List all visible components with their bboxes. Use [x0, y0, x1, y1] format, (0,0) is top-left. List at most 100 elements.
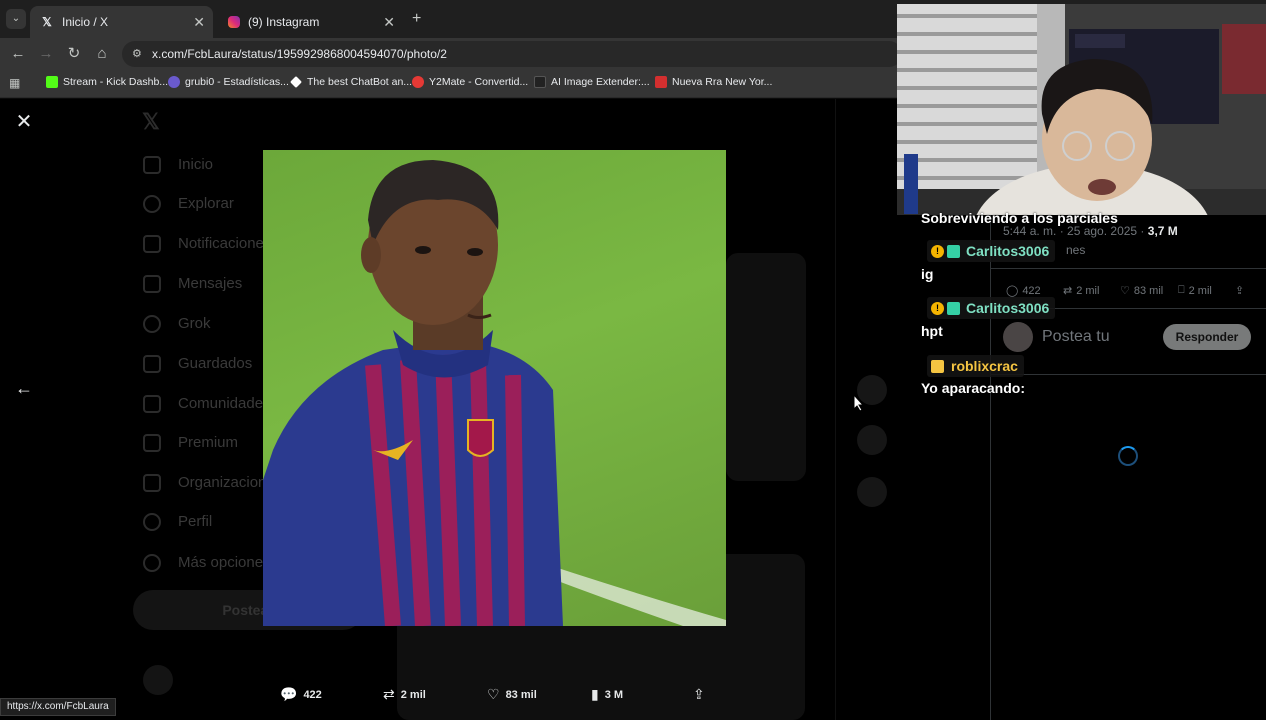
tweet-like-metric[interactable]: ♡ 83 mil [1120, 284, 1163, 298]
heart-icon: ♡ [487, 686, 500, 702]
tab-instagram[interactable]: (9) Instagram ✕ [218, 6, 403, 38]
suggestion-avatar [857, 425, 887, 455]
address-bar[interactable]: ⚙ x.com/FcbLaura/status/1959929868004594… [122, 41, 902, 67]
new-tab-button[interactable]: + [412, 10, 421, 28]
communities-icon [143, 395, 161, 413]
bell-icon [143, 235, 161, 253]
grok-icon [143, 315, 161, 333]
badge-icon: ! [931, 301, 944, 315]
kick-icon [46, 76, 58, 88]
subscriber-badge-icon [947, 244, 960, 258]
close-icon[interactable]: ✕ [14, 112, 34, 132]
back-arrow-icon[interactable]: ← [8, 44, 28, 64]
sidebar-item-mas-opciones[interactable]: Más opciones [178, 554, 271, 571]
mouse-cursor-icon [853, 393, 865, 417]
home-icon [143, 156, 161, 174]
search-icon [143, 195, 161, 213]
sidebar-item-mensajes[interactable]: Mensajes [178, 275, 242, 292]
sidebar-item-grok[interactable]: Grok [178, 315, 211, 332]
chat-message: Yo aparacando: [921, 380, 1025, 396]
sidebar-item-inicio[interactable]: Inicio [178, 156, 213, 173]
tweet-separator [991, 374, 1266, 375]
arrow-left-icon[interactable]: ← [12, 378, 36, 398]
share-icon: ⇪ [1235, 285, 1245, 297]
sidebar-item-comunidades[interactable]: Comunidades [178, 395, 271, 412]
photo-repost-button[interactable]: ⇄ 2 mil [383, 686, 426, 703]
close-tab-icon[interactable]: ✕ [383, 14, 395, 31]
reply-input[interactable]: Postea tu [1042, 328, 1110, 346]
bookmark-nueva-rra[interactable]: Nueva Rra New Yor... [655, 76, 772, 88]
instagram-icon [228, 16, 240, 28]
mail-icon [143, 275, 161, 293]
repost-icon: ⇄ [383, 686, 395, 702]
views-icon: ▮ [591, 686, 599, 702]
right-column-divider [835, 99, 836, 720]
home-icon[interactable]: ⌂ [92, 44, 112, 64]
loading-spinner-icon [1118, 446, 1138, 466]
reply-button[interactable]: Responder [1163, 324, 1251, 350]
photo-like-button[interactable]: ♡ 83 mil [487, 686, 537, 703]
account-avatar[interactable] [143, 665, 173, 695]
badge-icon: ! [931, 244, 944, 258]
repost-icon: ⇄ [1063, 285, 1073, 297]
webcam-illustration [897, 4, 1266, 215]
tab-search-dropdown[interactable]: ⌄ [6, 9, 26, 29]
sidebar-item-premium[interactable]: Premium [178, 434, 238, 451]
bookmark-y2mate[interactable]: Y2Mate - Convertid... [412, 76, 528, 88]
reply-icon: 💬 [280, 686, 298, 702]
bookmark-icon [143, 355, 161, 373]
photo-views-button[interactable]: ▮ 3 M [591, 686, 623, 703]
heart-icon: ♡ [1120, 285, 1130, 297]
x-logo-icon: 𝕏 [42, 15, 52, 29]
tweet-bookmark-metric[interactable]: ⎕ 2 mil [1178, 284, 1212, 297]
bookmark-icon: ⎕ [1178, 284, 1185, 296]
sidebar-item-explorar[interactable]: Explorar [178, 195, 234, 212]
forward-arrow-icon[interactable]: → [36, 44, 56, 64]
tab-title: Inicio / X [62, 15, 109, 29]
lightning-icon [143, 474, 161, 492]
chat-message: ig [921, 266, 934, 282]
chat-username: roblixcrac [927, 355, 1024, 377]
tweet-views-count: 3,7 M [1147, 224, 1178, 238]
photo-reply-button[interactable]: 💬 422 [280, 686, 322, 703]
more-icon [143, 554, 161, 572]
photo-share-button[interactable]: ⇪ [693, 686, 711, 703]
tweet-separator [991, 268, 1266, 269]
sidebar-item-guardados[interactable]: Guardados [178, 355, 252, 372]
bookmark-ai-extender[interactable]: AI Image Extender:... [534, 76, 650, 88]
sidebar-item-notificaciones[interactable]: Notificaciones [178, 235, 271, 252]
bookmark-kick[interactable]: Stream - Kick Dashb... [46, 76, 168, 88]
url-text: x.com/FcbLaura/status/195992986800459407… [152, 47, 447, 61]
chat-message: hpt [921, 323, 943, 339]
sidebar-item-perfil[interactable]: Perfil [178, 513, 212, 530]
suggestion-avatar [857, 477, 887, 507]
bookmark-chatbot[interactable]: The best ChatBot an... [290, 76, 412, 88]
chat-message-partial: Sobreviviendo a los parciales [921, 210, 1118, 226]
streamer-webcam [897, 4, 1266, 215]
ai-extender-icon [534, 76, 546, 88]
apps-grid-icon[interactable]: ▦ [9, 76, 20, 90]
tweet-repost-metric[interactable]: ⇄ 2 mil [1063, 284, 1099, 298]
stats-icon [168, 76, 180, 88]
y2mate-icon [412, 76, 424, 88]
reply-icon: ◯ [1006, 285, 1019, 297]
status-url-tooltip: https://x.com/FcbLaura [0, 698, 116, 716]
x-premium-icon [143, 434, 161, 452]
crown-badge-icon [931, 359, 944, 373]
share-icon: ⇪ [693, 686, 705, 702]
bookmark-grubi0[interactable]: grubi0 - Estadísticas... [168, 76, 289, 88]
x-logo-icon[interactable]: 𝕏 [142, 109, 160, 135]
tweet-reply-metric[interactable]: ◯ 422 [1006, 284, 1041, 298]
tab-x-home[interactable]: 𝕏 Inicio / X ✕ [30, 6, 213, 38]
chat-username: ! Carlitos3006 [927, 240, 1056, 262]
timeline-card [726, 253, 806, 481]
tweet-photo[interactable] [263, 150, 726, 626]
site-settings-icon[interactable]: ⚙ [132, 41, 142, 67]
tweet-share-metric[interactable]: ⇪ [1235, 284, 1244, 297]
reply-avatar [1003, 322, 1033, 352]
chat-username: ! Carlitos3006 [927, 297, 1056, 319]
close-tab-icon[interactable]: ✕ [193, 14, 205, 31]
subscriber-badge-icon [947, 301, 960, 315]
reload-icon[interactable]: ↻ [64, 44, 84, 64]
tweet-views-label: nes [1066, 243, 1086, 257]
